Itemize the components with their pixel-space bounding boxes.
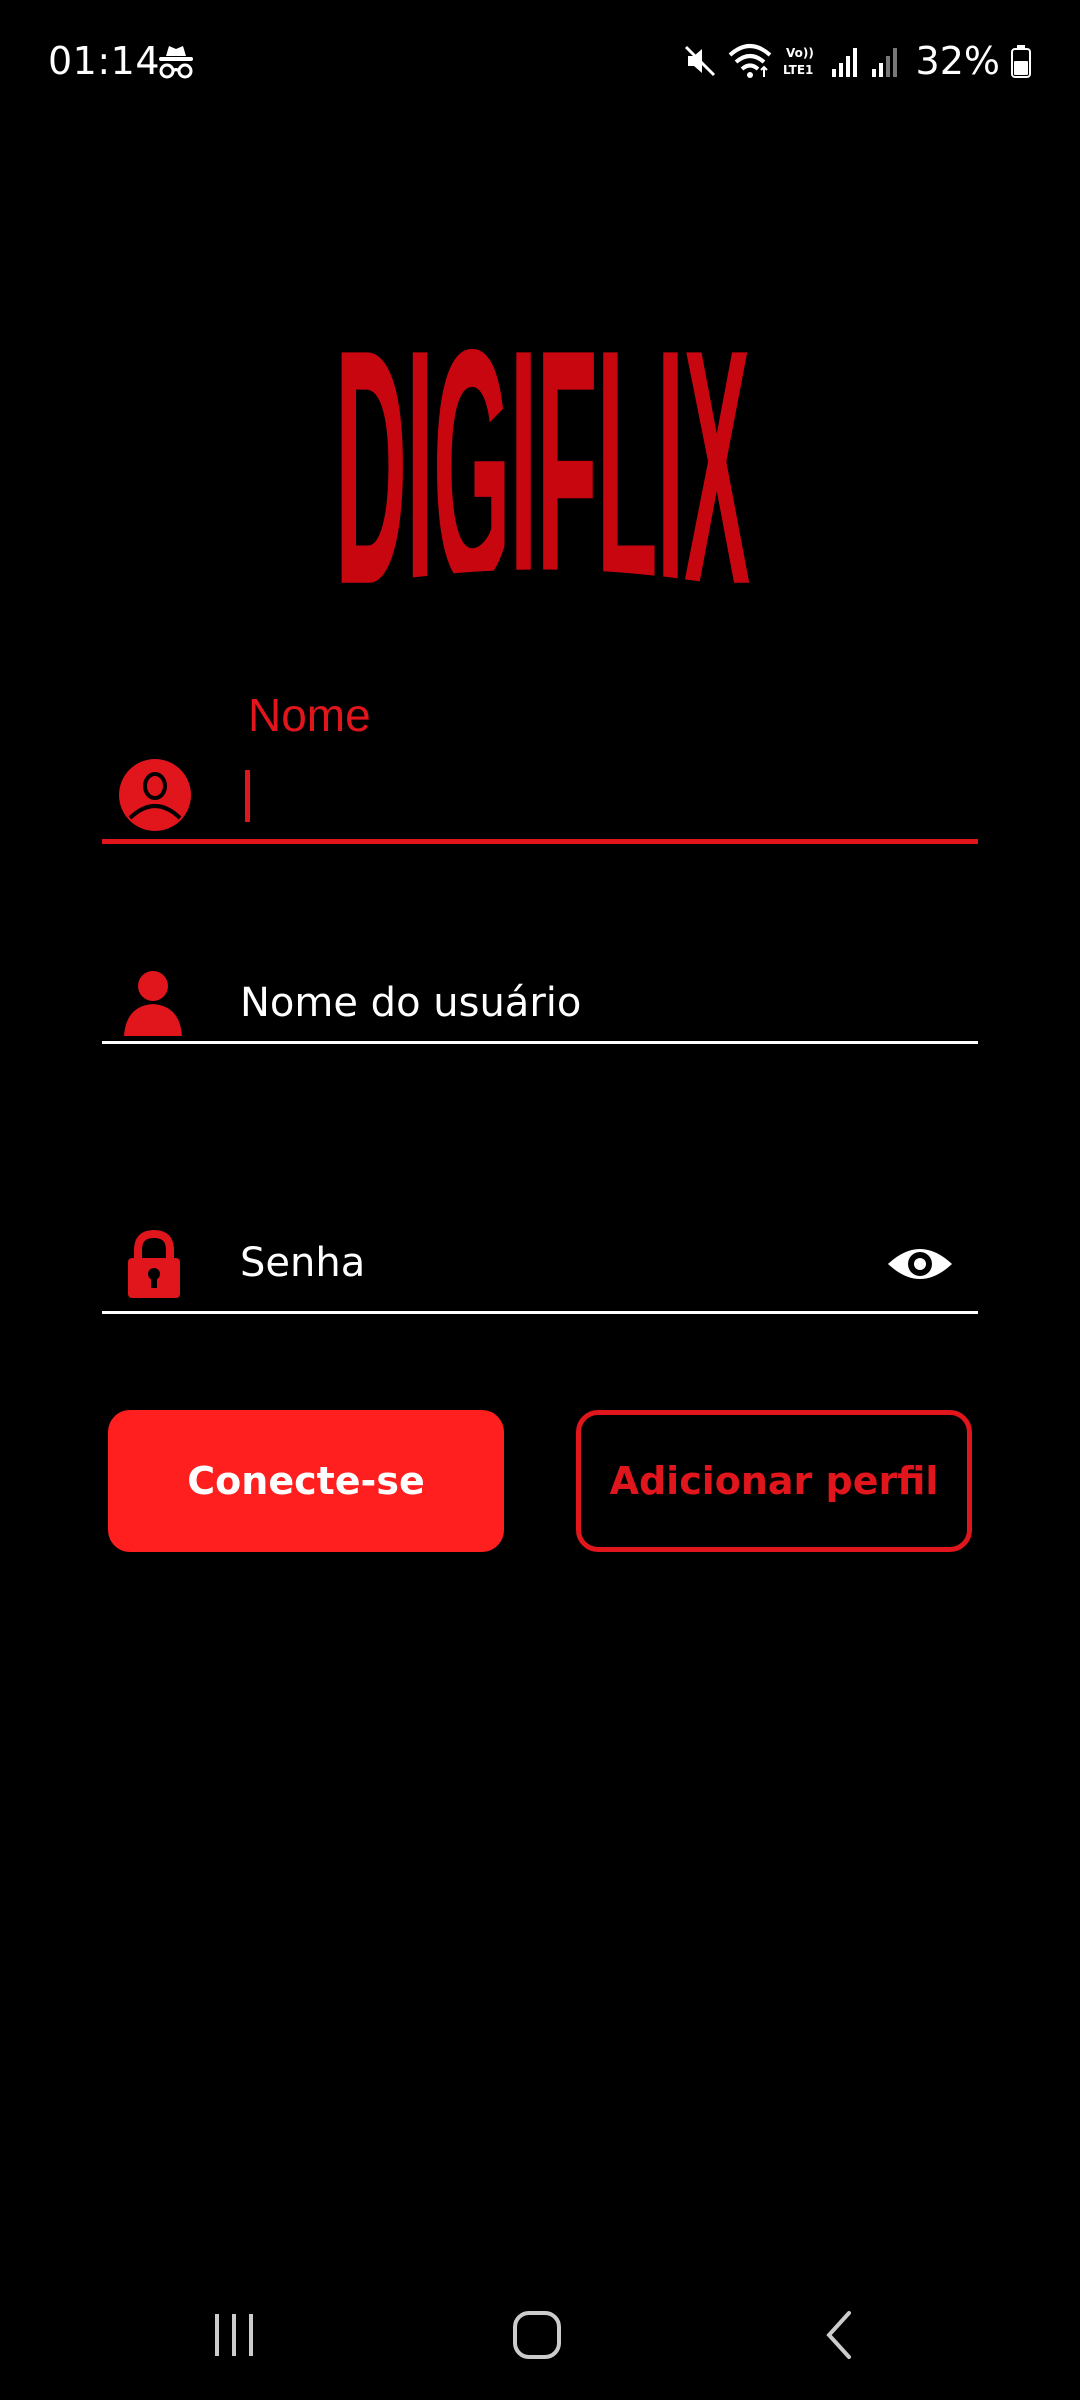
navigation-bar bbox=[0, 2270, 1080, 2400]
name-field[interactable]: Nome bbox=[102, 680, 978, 844]
recent-apps-icon bbox=[215, 2314, 253, 2356]
password-field[interactable]: Senha bbox=[102, 1210, 978, 1314]
person-icon bbox=[124, 971, 182, 1036]
battery-icon bbox=[1011, 45, 1031, 78]
status-icons: Vo)) LTE1 32% bbox=[682, 36, 1032, 86]
password-placeholder: Senha bbox=[240, 1240, 366, 1286]
username-placeholder: Nome do usuário bbox=[240, 980, 582, 1026]
digiflix-logo: DIGIFLIX bbox=[335, 288, 750, 608]
mute-icon bbox=[684, 45, 715, 77]
svg-text:Vo)): Vo)) bbox=[786, 46, 814, 60]
logo-text: DIGIFLIX bbox=[335, 288, 749, 608]
status-bar: 01:14 Vo)) LTE1 32% bbox=[0, 0, 1080, 120]
battery-percentage: 32% bbox=[915, 39, 1000, 83]
connect-button[interactable]: Conecte-se bbox=[108, 1410, 504, 1552]
back-icon bbox=[826, 2311, 851, 2359]
password-field-underline bbox=[102, 1311, 978, 1314]
signal-weak-icon bbox=[871, 48, 897, 77]
name-field-underline bbox=[102, 839, 978, 844]
username-field-underline bbox=[102, 1041, 978, 1044]
svg-text:LTE1: LTE1 bbox=[783, 63, 813, 77]
status-time: 01:14 bbox=[48, 39, 161, 83]
add-profile-button[interactable]: Adicionar perfil bbox=[576, 1410, 972, 1552]
name-field-label: Nome bbox=[248, 689, 371, 741]
lock-icon bbox=[128, 1230, 180, 1298]
home-icon bbox=[513, 2311, 561, 2359]
username-field[interactable]: Nome do usuário bbox=[102, 950, 978, 1044]
recent-apps-button[interactable] bbox=[194, 2300, 274, 2370]
profile-circle-icon bbox=[119, 759, 191, 831]
back-button[interactable] bbox=[800, 2300, 880, 2370]
volte-icon: Vo)) LTE1 bbox=[783, 46, 814, 77]
text-cursor bbox=[245, 770, 250, 822]
signal-icon bbox=[831, 48, 857, 77]
home-button[interactable] bbox=[497, 2300, 577, 2370]
eye-icon[interactable] bbox=[886, 1240, 954, 1288]
incognito-icon bbox=[159, 46, 193, 79]
wifi-icon bbox=[728, 44, 771, 78]
